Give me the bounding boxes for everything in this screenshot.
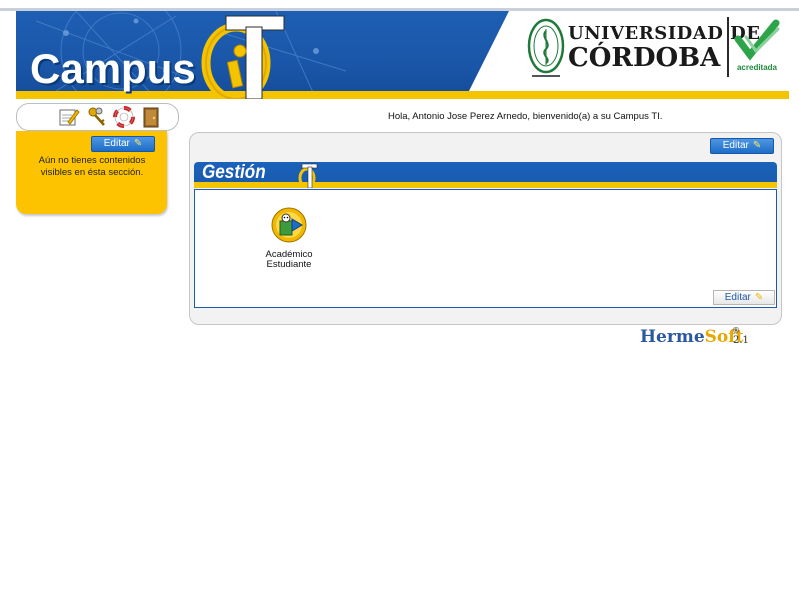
header-separator: [727, 17, 729, 77]
pencil-icon: ✎: [752, 140, 762, 151]
user-toolbar: [16, 103, 179, 131]
brand-part1: Herme: [640, 327, 705, 347]
campus-ti-small-logo-icon: [298, 163, 318, 188]
section-title: Gestión: [202, 162, 266, 183]
section-edit-button[interactable]: Editar ✎: [713, 290, 775, 305]
app-label-line2: Estudiante: [266, 259, 312, 270]
section-content: Académico Estudiante Editar ✎: [194, 189, 777, 308]
left-edit-label: Editar: [103, 138, 130, 149]
edit-profile-icon[interactable]: [58, 106, 80, 128]
hermesoft-version: 2.1: [733, 335, 749, 346]
academic-student-icon[interactable]: [271, 207, 307, 243]
app-name: Campus: [30, 45, 196, 92]
left-edit-button[interactable]: Editar ✎: [91, 136, 155, 152]
pencil-icon: ✎: [754, 292, 764, 303]
section-header-gestion: Gestión: [194, 162, 777, 188]
section-edit-label: Editar: [724, 292, 751, 303]
main-edit-label: Editar: [722, 140, 749, 151]
campus-ti-logo-icon: [201, 15, 285, 99]
main-edit-button[interactable]: Editar ✎: [710, 138, 774, 154]
accreditation-label: acreditada: [736, 63, 778, 72]
left-content-box: Editar ✎ Aún no tienes contenidos visible…: [16, 131, 167, 214]
university-name-line2: CÓRDOBA: [568, 43, 721, 73]
hermesoft-brand: HermeSoft: [640, 327, 743, 347]
pencil-icon: ✎: [133, 138, 143, 149]
welcome-greeting: Hola, Antonio Jose Perez Arnedo, bienven…: [388, 111, 663, 122]
section-header-band: [194, 182, 777, 188]
app-academico-estudiante[interactable]: Académico Estudiante: [243, 250, 335, 270]
help-lifebuoy-icon[interactable]: [113, 106, 135, 128]
main-panel: Editar ✎ Gestión Académico Estudiante Edi…: [189, 132, 782, 325]
university-seal-icon: [527, 18, 565, 77]
header-banner: Campus UNIVERSIDAD DE CÓRDOBA acreditada: [16, 11, 789, 99]
logout-door-icon[interactable]: [140, 106, 162, 128]
keys-icon[interactable]: [86, 106, 108, 128]
left-empty-message: Aún no tienes contenidos visibles en ést…: [38, 155, 146, 178]
registered-mark: ®: [732, 326, 740, 335]
